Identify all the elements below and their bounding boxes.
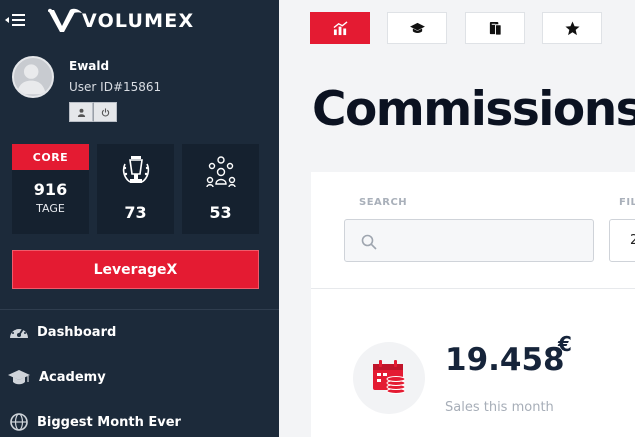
logout-button[interactable] [93, 102, 117, 122]
tab-academy[interactable] [387, 12, 447, 44]
sidebar-divider [0, 309, 279, 310]
graduation-cap-icon [8, 370, 30, 385]
profile-button[interactable] [69, 102, 93, 122]
calendar-coins-icon [373, 360, 406, 394]
search-label: SEARCH [359, 197, 408, 208]
trophy-laurel-icon [122, 156, 150, 183]
dashboard-icon [10, 326, 28, 338]
main-content: Commissions SEARCH FIL 2 19.458 € Sales … [279, 0, 635, 437]
awards-value: 73 [124, 203, 147, 222]
sidebar-item-label: Academy [39, 369, 106, 385]
user-silhouette-icon [16, 64, 46, 95]
brand-name: VOLUMEX [82, 10, 195, 32]
core-days-value: 916 [33, 180, 68, 199]
sales-value: 19.458 [445, 342, 565, 378]
avatar[interactable] [12, 56, 54, 98]
sales-icon-circle [353, 342, 425, 414]
sidebar-item-academy[interactable]: Academy [0, 362, 279, 392]
tab-commissions[interactable] [310, 12, 370, 44]
leveragex-button[interactable]: LeverageX [12, 250, 259, 289]
network-stat-card[interactable]: 53 [182, 144, 259, 234]
network-people-icon [206, 156, 236, 188]
sidebar-item-label: Dashboard [37, 324, 117, 340]
sidebar: VOLUMEX Ewald User ID#15861 CORE 916 TAG… [0, 0, 279, 437]
user-actions [69, 102, 117, 122]
globe-icon [10, 413, 28, 431]
star-icon [564, 20, 580, 35]
filter-select[interactable]: 2 [609, 219, 635, 262]
sidebar-item-biggest-month[interactable]: Biggest Month Ever [0, 407, 279, 437]
search-input[interactable] [344, 219, 594, 262]
power-icon [101, 107, 109, 116]
search-icon [361, 234, 377, 250]
person-icon [77, 108, 85, 117]
sidebar-item-dashboard[interactable]: Dashboard [0, 317, 279, 347]
chart-icon [333, 20, 347, 35]
graduation-cap-icon [409, 22, 425, 33]
network-value: 53 [209, 203, 232, 222]
filter-value: 2 [630, 233, 635, 248]
tab-favorites[interactable] [542, 12, 602, 44]
collapse-menu-icon[interactable] [5, 12, 27, 28]
page-title: Commissions [312, 82, 635, 137]
user-name: Ewald [69, 59, 110, 73]
tab-devices[interactable] [465, 12, 525, 44]
sidebar-item-label: Biggest Month Ever [37, 414, 181, 430]
sales-label: Sales this month [445, 400, 554, 415]
core-days-unit: TAGE [36, 202, 65, 215]
core-tag: CORE [12, 144, 89, 170]
awards-stat-card[interactable]: 73 [97, 144, 174, 234]
device-icon [489, 21, 502, 36]
logo-mark-icon [48, 8, 82, 32]
user-id: User ID#15861 [69, 80, 162, 94]
core-stat-card[interactable]: CORE 916 TAGE [12, 144, 89, 234]
filter-label: FIL [619, 197, 635, 208]
brand-logo[interactable]: VOLUMEX [48, 8, 194, 34]
panel-divider [311, 288, 635, 289]
sales-currency: € [558, 332, 572, 356]
sidebar-header: VOLUMEX [0, 0, 279, 44]
